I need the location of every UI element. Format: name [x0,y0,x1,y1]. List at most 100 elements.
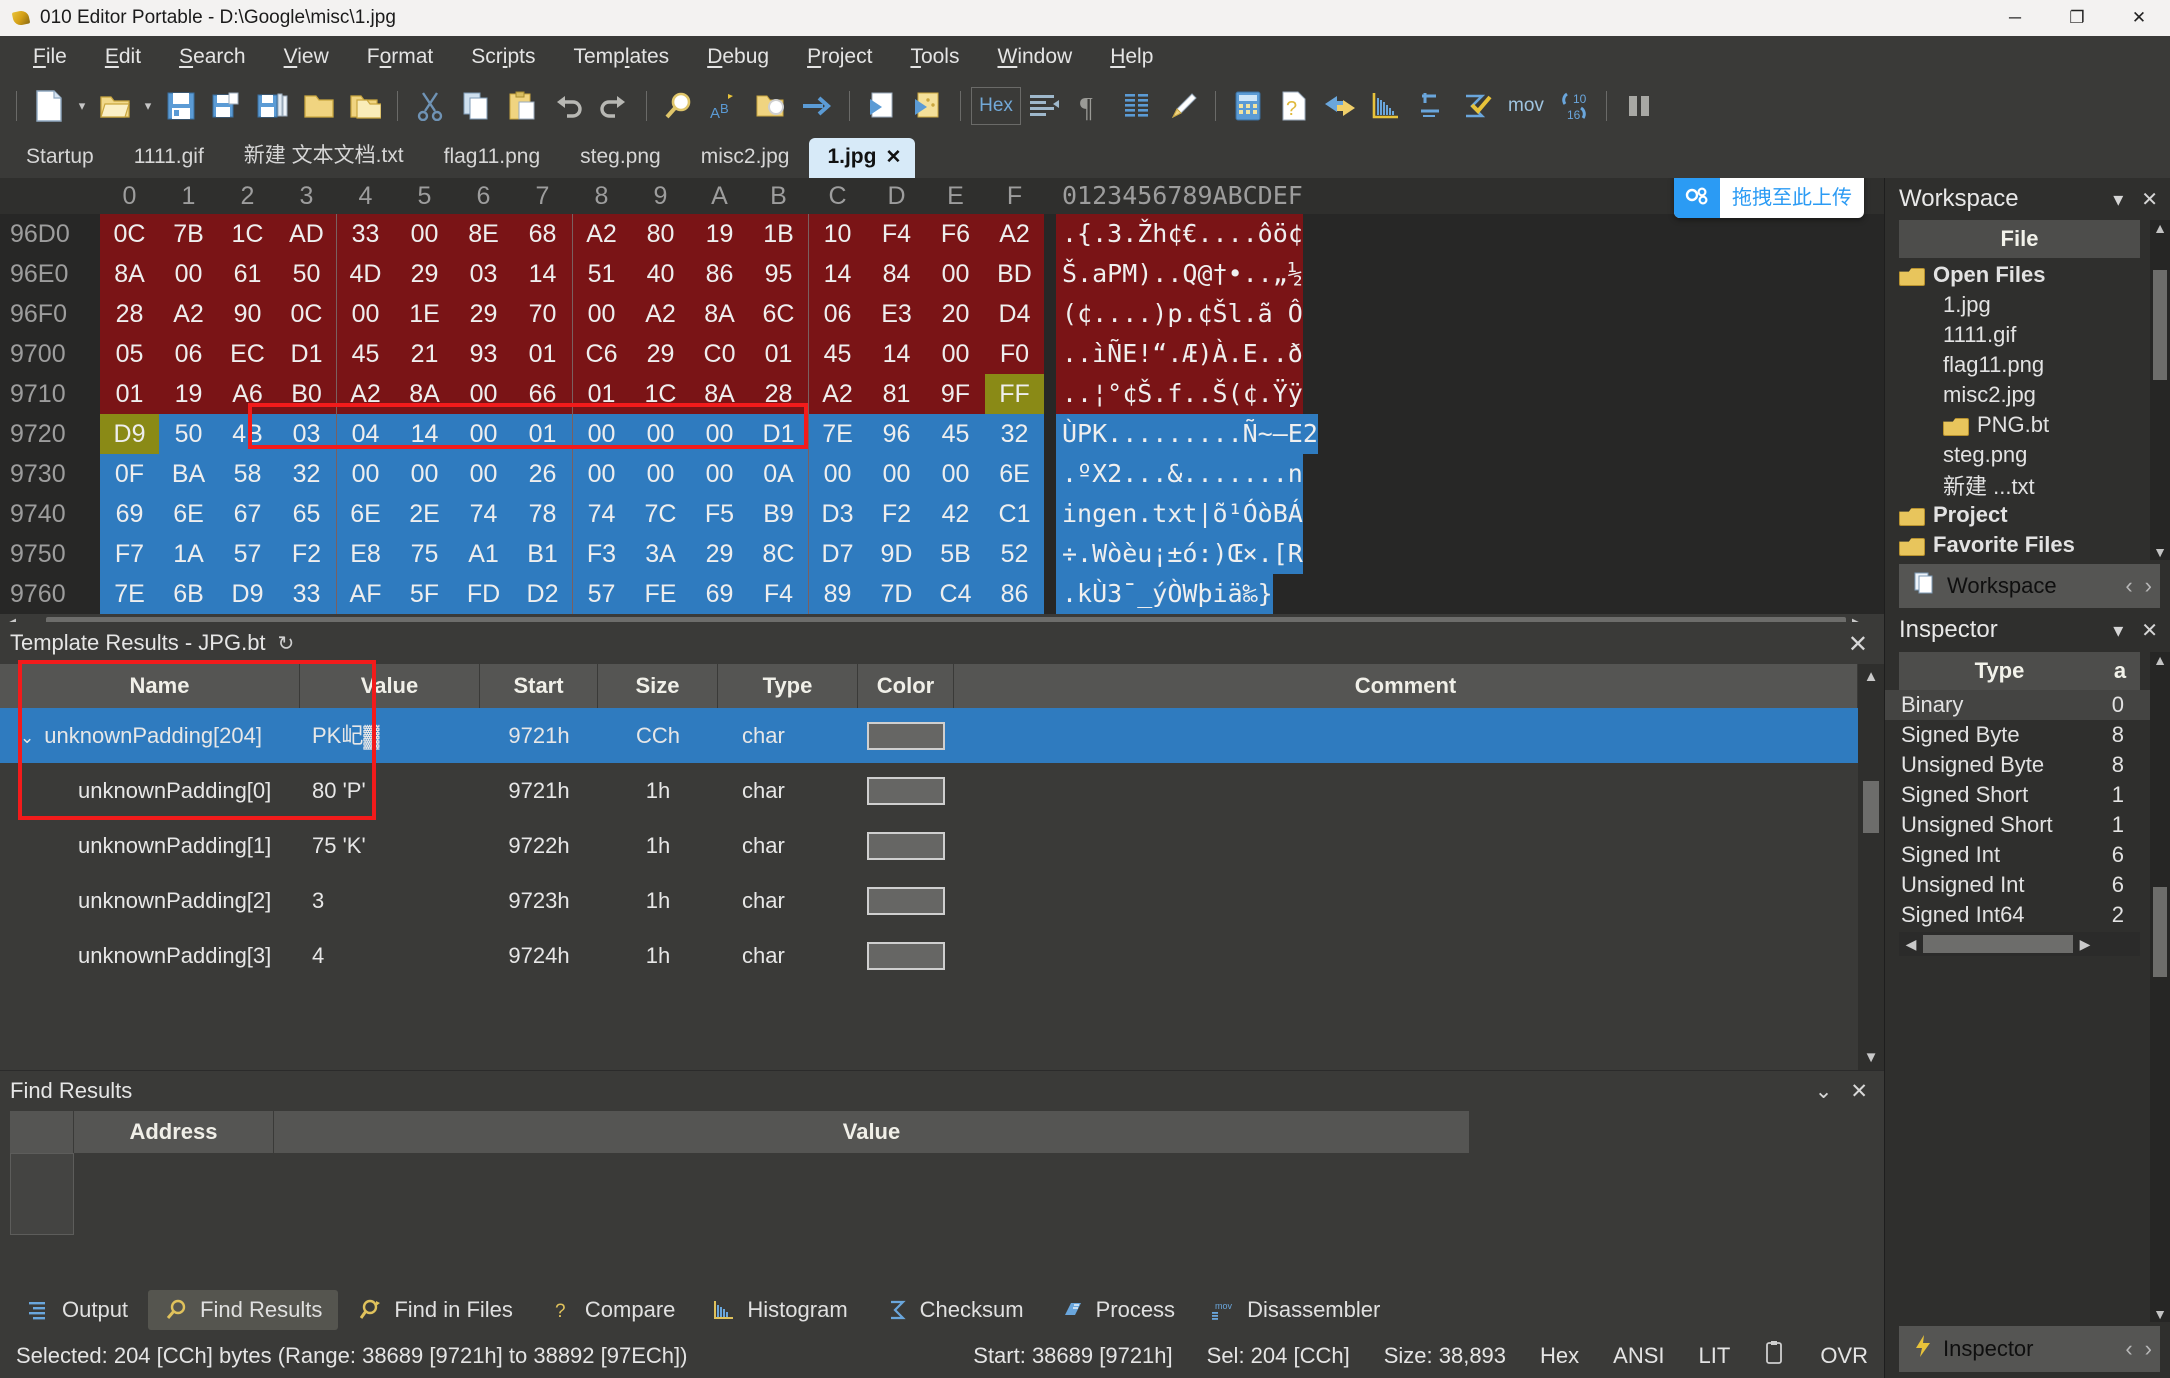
hex-byte[interactable]: 00 [159,254,218,294]
hex-byte[interactable]: 81 [867,374,926,414]
hex-byte[interactable]: 9D [867,534,926,574]
hex-byte[interactable]: 03 [277,414,336,454]
hex-byte[interactable]: 00 [631,454,690,494]
hex-byte[interactable]: 1B [749,214,808,254]
col-header-size[interactable]: Size [598,664,718,708]
menu-help[interactable]: Help [1091,41,1172,73]
template-results-vertical-scrollbar[interactable]: ▲ ▼ [1858,664,1884,1070]
hex-byte[interactable]: 01 [513,334,572,374]
workspace-scroll-up-arrow[interactable]: ▲ [2153,220,2167,236]
run-template-icon[interactable] [906,84,950,128]
hex-byte[interactable]: 06 [159,334,218,374]
hex-byte[interactable]: 19 [690,214,749,254]
bottom-tab-find-in-files[interactable]: Find in Files [342,1290,529,1330]
color-swatch[interactable] [867,832,945,860]
hex-byte[interactable]: 65 [277,494,336,534]
color-swatch[interactable] [867,777,945,805]
hex-byte[interactable]: D1 [277,334,336,374]
col-header-value[interactable]: Value [300,664,480,708]
hex-byte[interactable]: 00 [926,454,985,494]
hex-byte[interactable]: 05 [100,334,159,374]
col-header-color[interactable]: Color [858,664,954,708]
inspector-dock-tab[interactable]: Inspector ‹ › [1899,1326,2160,1372]
undo-icon[interactable] [546,84,590,128]
save-as-icon[interactable] [205,84,249,128]
inspector-hscroll-thumb[interactable] [1923,935,2073,953]
template-results-close-icon[interactable]: ✕ [1848,630,1868,659]
color-swatch[interactable] [867,887,945,915]
find-results-col-value[interactable]: Value [274,1111,1470,1153]
goto-icon[interactable] [795,84,839,128]
hex-byte[interactable]: F2 [867,494,926,534]
hex-byte[interactable]: 14 [867,334,926,374]
save-all-icon[interactable] [251,84,295,128]
workspace-vertical-scrollbar[interactable]: ▲ ▼ [2150,220,2170,560]
copy-icon[interactable] [454,84,498,128]
hex-row[interactable]: 97300FBA5832000000260000000A0000006E.ºX2… [0,454,1884,494]
hex-byte[interactable]: EC [218,334,277,374]
hex-byte[interactable]: 40 [631,254,690,294]
hex-byte[interactable]: 6C [749,294,808,334]
hex-byte[interactable]: A6 [218,374,277,414]
row-color-cell[interactable] [858,763,954,818]
inspector-dropdown-icon[interactable]: ▾ [2113,618,2123,643]
col-header-type[interactable]: Type [718,664,858,708]
hex-row-bytes[interactable]: 0506ECD145219301C629C001451400F0 [100,334,1044,374]
bottom-tab-process[interactable]: Process [1044,1290,1191,1330]
hex-byte[interactable]: 29 [631,334,690,374]
hex-byte[interactable]: 00 [454,454,513,494]
inspector-row[interactable]: Unsigned Short1 [1885,810,2150,840]
menu-file[interactable]: File [14,41,86,73]
bottom-tab-histogram[interactable]: Histogram [695,1290,863,1330]
workspace-tree-item[interactable]: steg.png [1899,440,2150,470]
menu-search[interactable]: Search [160,41,265,73]
hex-row[interactable]: 9720D9504B0304140001000000D17E964532ÙPK.… [0,414,1884,454]
hex-byte[interactable]: 33 [277,574,336,614]
upload-badge[interactable]: 拖拽至此上传 [1674,178,1864,218]
find-icon[interactable] [657,84,701,128]
hex-byte[interactable]: 95 [749,254,808,294]
hex-byte[interactable]: 14 [808,254,867,294]
hex-byte[interactable]: A2 [336,374,395,414]
bottom-tab-output[interactable]: Output [10,1290,144,1330]
redo-icon[interactable] [592,84,636,128]
hex-byte[interactable]: 00 [572,414,631,454]
clipboard-icon[interactable] [1764,1340,1786,1372]
hex-byte[interactable]: 10 [808,214,867,254]
inspector-row[interactable]: Signed Short1 [1885,780,2150,810]
menu-view[interactable]: View [265,41,348,73]
hex-byte[interactable]: 00 [395,214,454,254]
hex-byte[interactable]: A2 [808,374,867,414]
hex-byte[interactable]: 1E [395,294,454,334]
hex-byte[interactable]: A2 [572,214,631,254]
hex-byte[interactable]: 1C [631,374,690,414]
hex-byte[interactable]: 9F [926,374,985,414]
inspector-row[interactable]: Signed Int642 [1885,900,2150,930]
hex-row-bytes[interactable]: 28A2900C001E297000A28A6C06E320D4 [100,294,1044,334]
hex-byte[interactable]: 14 [395,414,454,454]
hex-row-ascii[interactable]: Š.aPM)..Q@†•..„½ [1056,254,1303,294]
open-file-icon[interactable] [93,84,137,128]
hex-byte[interactable]: 45 [808,334,867,374]
tab-newtext-txt[interactable]: 新建 文本文档.txt [224,132,424,178]
workspace-dock-tab[interactable]: Workspace ‹ › [1899,564,2160,608]
hex-byte[interactable]: 61 [218,254,277,294]
hex-byte[interactable]: 6B [159,574,218,614]
new-file-icon[interactable] [27,84,71,128]
hex-row-bytes[interactable]: D9504B0304140001000000D17E964532 [100,414,1044,454]
workspace-scroll-down-arrow[interactable]: ▼ [2153,544,2167,560]
hex-row[interactable]: 96F028A2900C001E297000A28A6C06E320D4(¢..… [0,294,1884,334]
split-view-icon[interactable] [1617,84,1661,128]
hex-row-bytes[interactable]: F71A57F2E875A1B1F33A298CD79D5B52 [100,534,1044,574]
find-results-col-address[interactable]: Address [74,1111,274,1153]
save-icon[interactable] [159,84,203,128]
hscroll-right-arrow[interactable]: ▶ [1846,615,1868,622]
inspector-column-header-type[interactable]: Type [1899,652,2100,690]
status-overwrite[interactable]: OVR [1820,1343,1868,1369]
col-header-comment[interactable]: Comment [954,664,1858,708]
menu-window[interactable]: Window [978,41,1091,73]
menu-scripts[interactable]: Scripts [452,41,554,73]
hex-byte[interactable]: 06 [808,294,867,334]
hex-row-bytes[interactable]: 8A0061504D29031451408695148400BD [100,254,1044,294]
verify-icon[interactable] [1456,84,1500,128]
